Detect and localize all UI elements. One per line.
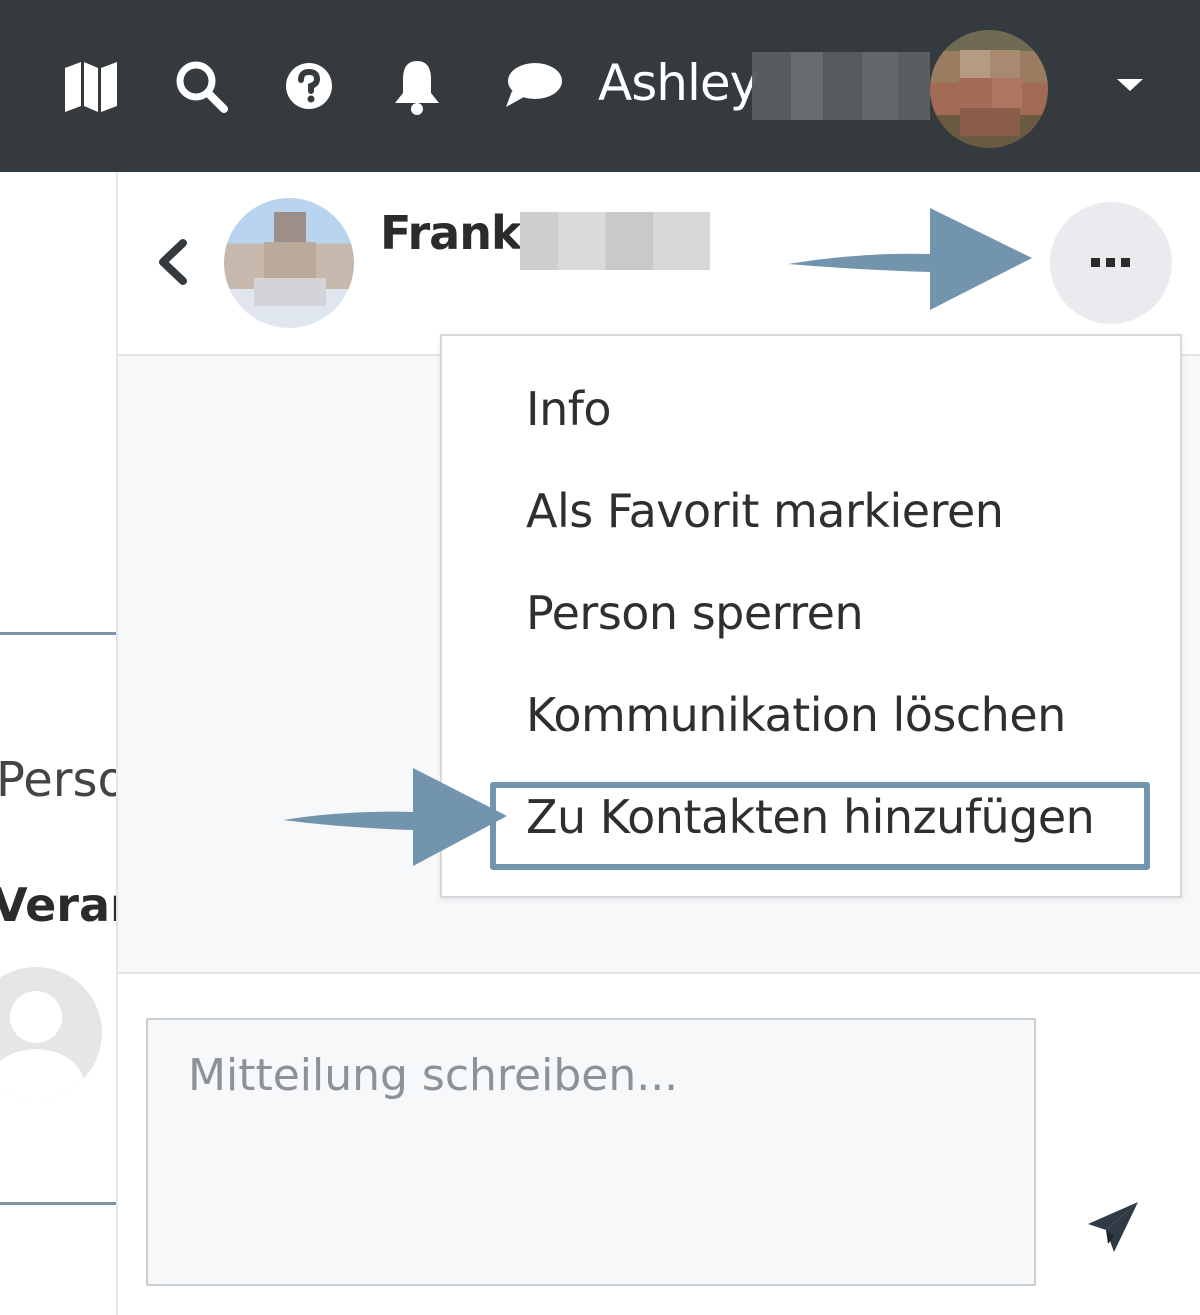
annotation-arrow-right	[283, 768, 507, 866]
divider	[0, 632, 116, 635]
menu-item-favourite[interactable]: Als Favorit markieren	[526, 484, 1004, 538]
message-drawer: Frank Info Als Favorit markieren Person …	[116, 172, 1200, 1315]
ellipsis-icon	[1089, 254, 1133, 273]
map-icon[interactable]	[60, 55, 122, 117]
contact-avatar[interactable]	[224, 198, 354, 328]
page: Ashley Perso Veran Frank Info Als Favori…	[0, 0, 1200, 1315]
more-options-button[interactable]	[1050, 202, 1172, 324]
conversation-actions-menu: Info Als Favorit markieren Person sperre…	[440, 334, 1182, 898]
contact-name-redacted	[520, 212, 710, 270]
background-text: Perso	[0, 752, 127, 808]
menu-item-delete-conversation[interactable]: Kommunikation löschen	[526, 688, 1066, 742]
chevron-left-icon[interactable]	[152, 234, 192, 290]
search-icon[interactable]	[170, 55, 232, 117]
top-navbar: Ashley	[0, 0, 1200, 172]
menu-item-info[interactable]: Info	[526, 382, 612, 436]
placeholder-avatar-icon	[0, 967, 102, 1099]
message-input[interactable]	[146, 1018, 1036, 1286]
user-avatar[interactable]	[930, 30, 1048, 148]
annotation-highlight-box	[490, 782, 1150, 870]
menu-item-block[interactable]: Person sperren	[526, 586, 864, 640]
help-icon[interactable]	[278, 55, 340, 117]
contact-name[interactable]: Frank	[380, 206, 522, 260]
paper-plane-icon[interactable]	[1078, 1192, 1148, 1262]
bell-icon[interactable]	[386, 55, 448, 117]
caret-down-icon[interactable]	[1110, 70, 1150, 100]
background-page: Perso Veran	[0, 172, 143, 1315]
annotation-arrow-right	[788, 208, 1032, 310]
divider	[0, 1202, 116, 1205]
username-redacted	[752, 52, 930, 120]
chat-icon[interactable]	[502, 55, 564, 117]
username[interactable]: Ashley	[598, 50, 759, 116]
